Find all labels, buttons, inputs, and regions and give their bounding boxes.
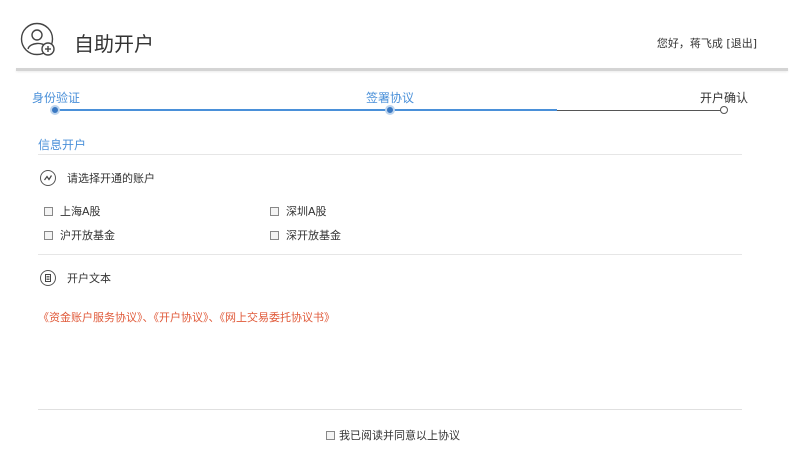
- option-label: 深圳A股: [286, 205, 327, 218]
- accounts-divider: [38, 254, 742, 255]
- header: 自助开户 您好，蒋飞成 [退出]: [0, 0, 801, 70]
- step-dot-1: [50, 105, 60, 115]
- agreement-links[interactable]: 《资金账户服务协议》、《开户协议》、《网上交易委托协议书》: [38, 309, 335, 325]
- option-shanghai-open-fund[interactable]: 沪开放基金: [44, 227, 115, 243]
- option-shanghai-a[interactable]: 上海A股: [44, 203, 101, 219]
- checkbox[interactable]: [44, 230, 53, 240]
- option-label: 上海A股: [60, 205, 101, 218]
- option-label: 沪开放基金: [60, 229, 115, 242]
- accounts-heading: 请选择开通的账户: [40, 170, 155, 186]
- option-shenzhen-a[interactable]: 深圳A股: [270, 203, 327, 219]
- agree-checkbox-row[interactable]: 我已阅读并同意以上协议: [326, 427, 460, 443]
- option-label: 深开放基金: [286, 229, 341, 242]
- text-section-heading: 开户文本: [40, 270, 111, 286]
- agree-checkbox[interactable]: [326, 430, 335, 440]
- header-divider: [16, 68, 788, 71]
- user-greeting-area: 您好，蒋飞成 [退出]: [657, 35, 757, 51]
- step-dot-2: [385, 105, 395, 115]
- page-title: 自助开户: [74, 32, 154, 56]
- document-icon: [40, 270, 56, 286]
- progress-stepper: 身份验证 签署协议 开户确认: [0, 80, 801, 130]
- section-divider: [38, 154, 742, 155]
- step-confirm-opening: 开户确认: [700, 91, 749, 105]
- option-shenzhen-open-fund[interactable]: 深开放基金: [270, 227, 341, 243]
- accounts-heading-label: 请选择开通的账户: [67, 172, 155, 185]
- logout-link[interactable]: [退出]: [726, 37, 757, 50]
- stepper-progress-fill: [56, 109, 557, 111]
- user-add-icon: [20, 22, 55, 56]
- step-identity-verification: 身份验证: [32, 91, 81, 105]
- text-section-heading-label: 开户文本: [67, 272, 111, 285]
- checkbox[interactable]: [44, 206, 53, 216]
- agree-label: 我已阅读并同意以上协议: [339, 429, 460, 442]
- section-title: 信息开户: [38, 138, 87, 152]
- trend-icon: [40, 170, 56, 186]
- step-sign-agreement: 签署协议: [366, 91, 415, 105]
- step-dot-3: [720, 106, 728, 114]
- checkbox[interactable]: [270, 206, 279, 216]
- footer-divider: [38, 409, 742, 410]
- checkbox[interactable]: [270, 230, 279, 240]
- user-greeting: 您好，蒋飞成: [656, 37, 723, 50]
